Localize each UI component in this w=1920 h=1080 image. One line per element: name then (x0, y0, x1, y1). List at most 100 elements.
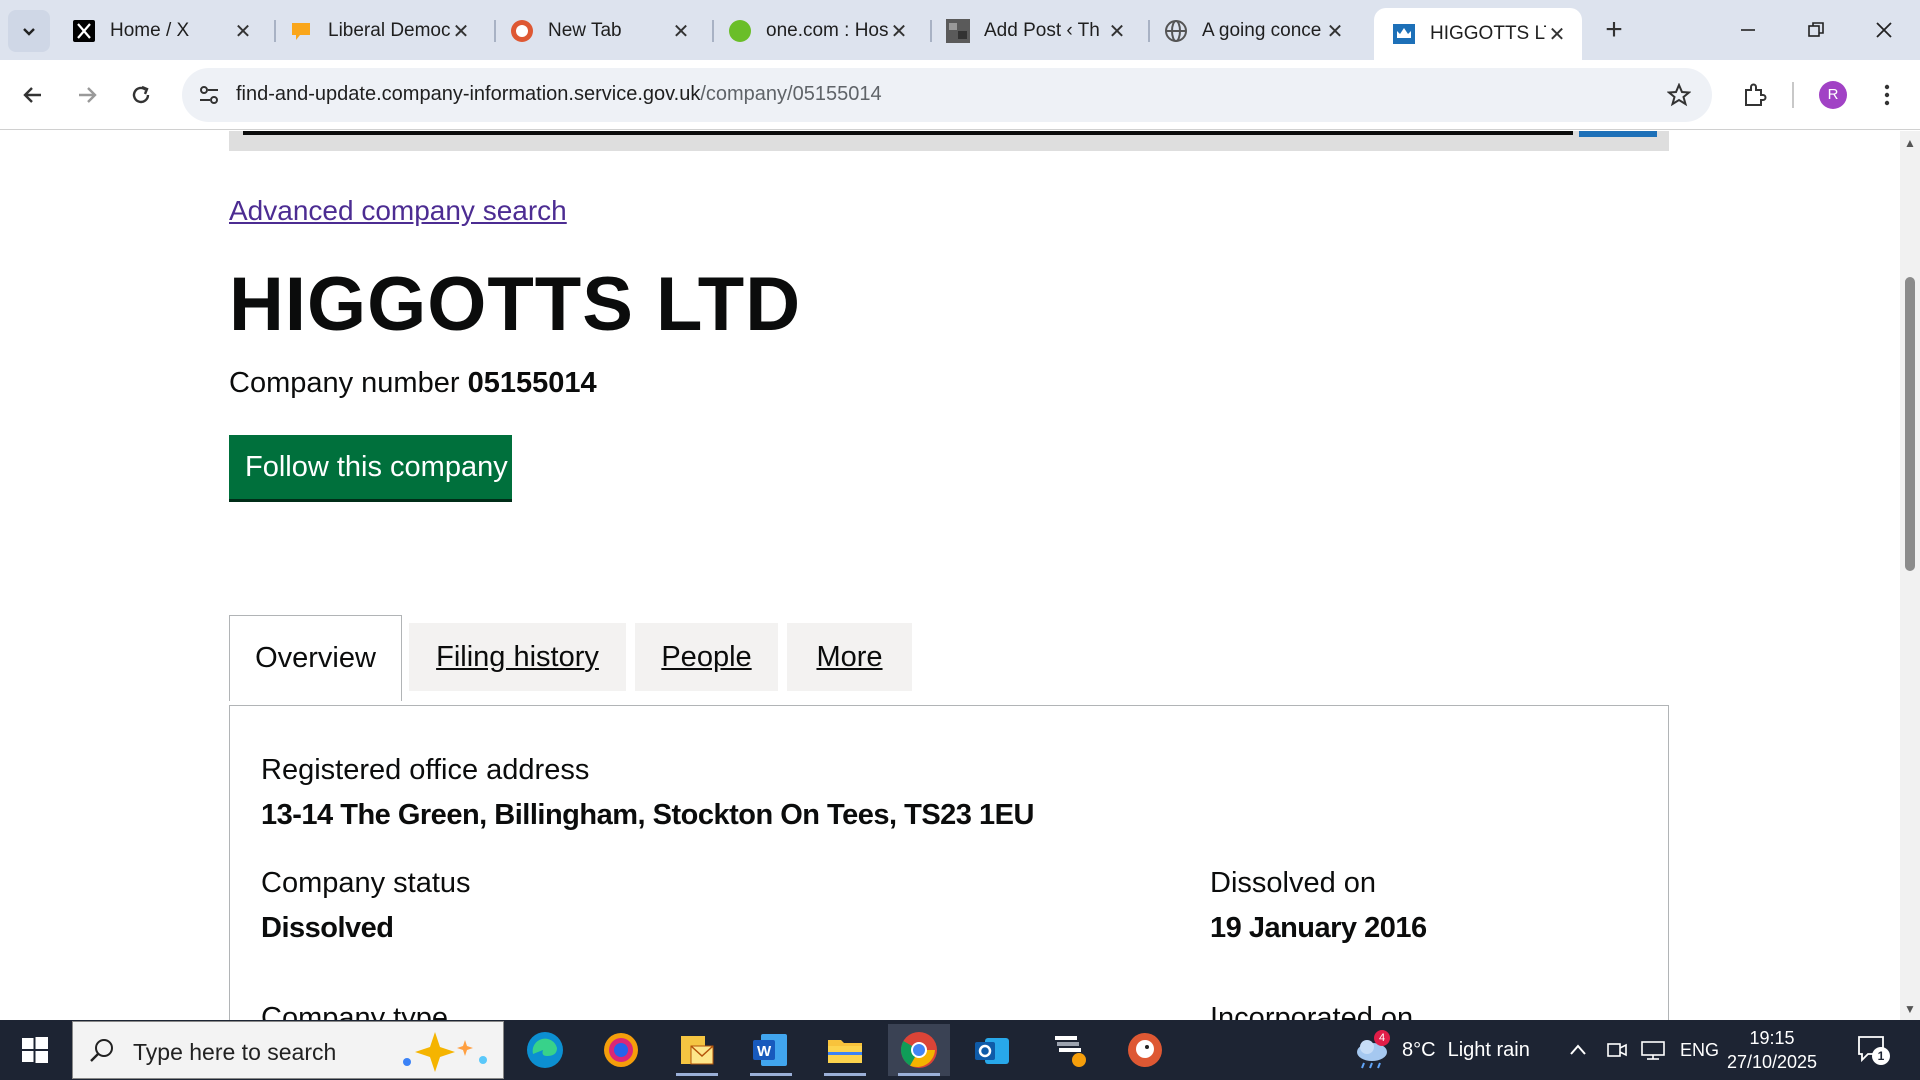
browser-tab-x[interactable]: Home / X ✕ (54, 8, 268, 54)
start-button[interactable] (0, 1020, 70, 1080)
x-logo-icon (72, 19, 96, 43)
language-indicator[interactable]: ENG (1680, 1020, 1719, 1080)
taskbar-outlook[interactable] (962, 1024, 1024, 1076)
chevron-down-icon (23, 28, 35, 36)
page-scrollbar[interactable]: ▲ ▼ (1900, 131, 1920, 1020)
tab-title: one.com : Hos (766, 20, 888, 41)
word-icon: W (753, 1034, 787, 1066)
minimize-icon (1741, 29, 1755, 31)
search-input[interactable] (243, 131, 1573, 135)
forward-button[interactable] (68, 76, 106, 114)
folder-icon (828, 1040, 862, 1063)
duckduckgo-icon (510, 19, 534, 43)
weather-widget[interactable]: 4 8°C Light rain (1352, 1020, 1530, 1080)
tab-title: HIGGOTTS LTD (1430, 23, 1546, 44)
search-button[interactable] (1579, 131, 1657, 137)
extensions-button[interactable] (1736, 76, 1774, 114)
toolbar-divider (1792, 82, 1794, 108)
taskbar-outlook-classic[interactable] (666, 1024, 728, 1076)
company-type-label: Company type (261, 1002, 448, 1020)
tab-more[interactable]: More (787, 623, 912, 691)
close-icon[interactable]: ✕ (670, 19, 692, 44)
tab-filing-history[interactable]: Filing history (409, 623, 626, 691)
page-content: Advanced company search HIGGOTTS LTD Com… (0, 131, 1920, 1020)
notification-icon: 1 (1856, 1033, 1890, 1067)
wordpress-thumbnail-icon (946, 19, 970, 43)
notification-center-button[interactable]: 1 (1856, 1020, 1890, 1080)
reload-button[interactable] (122, 76, 160, 114)
duckduckgo-icon (1128, 1033, 1162, 1067)
browser-tab-libdem[interactable]: Liberal Democ ✕ (272, 8, 486, 54)
incorporated-on-label: Incorporated on (1210, 1002, 1414, 1020)
browser-tab-strip: Home / X ✕ Liberal Democ ✕ New Tab ✕ one… (0, 0, 1920, 60)
back-button[interactable] (14, 76, 52, 114)
scroll-up-icon[interactable]: ▲ (1904, 137, 1916, 149)
meet-now-icon[interactable] (1606, 1020, 1628, 1080)
company-search-panel (229, 131, 1669, 151)
puzzle-icon (1745, 83, 1767, 106)
browser-tab-onecom[interactable]: one.com : Hos ✕ (710, 8, 924, 54)
dissolved-on-value: 19 January 2016 (1210, 912, 1427, 944)
close-icon[interactable]: ✕ (888, 19, 910, 44)
taskbar-search-box[interactable]: Type here to search (72, 1021, 504, 1079)
address-bar[interactable]: find-and-update.company-information.serv… (182, 68, 1712, 122)
edge-icon (527, 1032, 563, 1068)
weather-alert-badge: 4 (1374, 1030, 1390, 1046)
minimize-button[interactable] (1718, 8, 1778, 52)
browser-menu-button[interactable] (1868, 76, 1906, 114)
close-window-button[interactable] (1854, 8, 1914, 52)
follow-company-button[interactable]: Follow this company (229, 435, 512, 499)
bookmark-star-icon[interactable] (1664, 80, 1694, 110)
tab-search-button[interactable] (8, 10, 50, 52)
tab-title: A going conce (1202, 20, 1322, 41)
scroll-down-icon[interactable]: ▼ (1904, 1003, 1916, 1015)
close-icon[interactable]: ✕ (232, 19, 254, 44)
site-settings-icon[interactable] (194, 80, 224, 110)
close-icon[interactable]: ✕ (450, 19, 472, 44)
taskbar-chrome[interactable] (888, 1024, 950, 1076)
restore-button[interactable] (1786, 8, 1846, 52)
system-clock[interactable]: 19:15 27/10/2025 (1724, 1026, 1820, 1074)
chevron-up-icon (1570, 1044, 1586, 1055)
tab-title: Add Post ‹ Th (984, 20, 1100, 41)
taskbar-duckduckgo[interactable] (1114, 1024, 1176, 1076)
rain-cloud-icon: 4 (1352, 1030, 1392, 1070)
taskbar-edge[interactable] (514, 1024, 576, 1076)
tab-people[interactable]: People (635, 623, 778, 691)
taskbar-search-placeholder: Type here to search (133, 1039, 337, 1065)
scrollbar-thumb[interactable] (1905, 277, 1915, 571)
company-number-label: Company number (229, 367, 460, 399)
tab-overview[interactable]: Overview (229, 615, 402, 701)
company-status-label: Company status (261, 867, 471, 899)
network-icon[interactable] (1640, 1020, 1666, 1080)
show-hidden-icons[interactable] (1568, 1020, 1588, 1080)
registered-office-value: 13-14 The Green, Billingham, Stockton On… (261, 799, 1034, 831)
close-icon[interactable]: ✕ (1546, 22, 1568, 47)
browser-tab-going-concern[interactable]: A going conce ✕ (1146, 8, 1360, 54)
dissolved-on-label: Dissolved on (1210, 867, 1377, 899)
taskbar-file-explorer[interactable] (814, 1024, 876, 1076)
copilot-icon (604, 1033, 638, 1067)
new-tab-button[interactable]: + (1596, 12, 1632, 48)
address-url: find-and-update.company-information.serv… (236, 83, 882, 106)
advanced-company-search-link[interactable]: Advanced company search (229, 195, 567, 227)
taskbar-devtool[interactable] (1038, 1024, 1100, 1076)
tab-title: New Tab (548, 20, 622, 41)
profile-button[interactable]: R (1814, 76, 1852, 114)
browser-tab-addpost[interactable]: Add Post ‹ Th ✕ (928, 8, 1142, 54)
browser-tab-newtab[interactable]: New Tab ✕ (492, 8, 706, 54)
windows-logo-icon (22, 1037, 48, 1063)
onecom-icon (728, 19, 752, 43)
search-icon (90, 1039, 113, 1062)
outlook-icon (975, 1038, 1009, 1064)
clock-time: 19:15 (1749, 1028, 1795, 1048)
tab-title: Home / X (110, 20, 190, 41)
close-icon[interactable]: ✕ (1324, 19, 1346, 44)
clock-date: 27/10/2025 (1726, 1052, 1818, 1072)
taskbar-copilot[interactable] (590, 1024, 652, 1076)
chrome-icon (900, 1032, 937, 1068)
close-icon[interactable]: ✕ (1106, 19, 1128, 44)
browser-tab-higgotts[interactable]: HIGGOTTS LTD ✕ (1374, 8, 1582, 60)
taskbar-word[interactable]: W (740, 1024, 802, 1076)
overview-panel: Registered office address 13-14 The Gree… (229, 705, 1669, 1020)
